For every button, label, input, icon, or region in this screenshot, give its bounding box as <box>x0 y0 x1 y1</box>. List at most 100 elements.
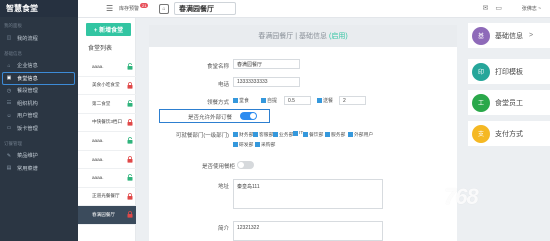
dept-option[interactable]: 财务部 <box>233 131 253 138</box>
intro-field[interactable]: 12321322 <box>233 221 383 241</box>
dept-checkbox[interactable] <box>233 132 238 137</box>
canteen-list-item[interactable]: aaaa. <box>78 151 136 169</box>
dept-option[interactable]: 外部用户 <box>348 131 373 138</box>
sidebar-item-org[interactable]: ☷ 组织机构 <box>0 97 78 110</box>
dept-checkbox[interactable] <box>325 132 330 137</box>
sidebar-item-label: 菜品维护 <box>17 153 38 160</box>
dept-checkbox[interactable] <box>255 142 260 147</box>
dept-checkbox[interactable] <box>233 142 238 147</box>
canteen-name: aaaa. <box>92 156 104 162</box>
name-label: 食堂名称 <box>206 64 229 70</box>
form-header-title: 春满园餐厅 | 基础信息 <box>258 33 328 40</box>
sidebar-item-canteen[interactable]: ▣ 食堂信息 <box>2 72 75 85</box>
restaurant-icon: ▣ <box>6 75 12 82</box>
intro-label: 简介 <box>217 226 229 232</box>
food-box-toggle[interactable] <box>237 161 254 169</box>
meal-option-delivery[interactable]: 送餐 <box>317 97 333 104</box>
dept-option[interactable]: 业务部 <box>273 131 293 138</box>
right-nav-item[interactable]: 支支付方式 <box>468 121 550 146</box>
pickup-value-field[interactable]: 0.5 <box>284 96 311 105</box>
clock-icon: ◷ <box>6 87 12 94</box>
dept-option[interactable]: 服务部 <box>325 131 345 138</box>
nav-circle-icon: 支 <box>472 124 490 143</box>
canteen-name: aaaa. <box>92 64 104 70</box>
dish-icon: ✎ <box>6 152 12 159</box>
sidebar-item-label: 饭卡管理 <box>17 125 38 132</box>
sidebar-item-users[interactable]: ☺ 用户管理 <box>0 110 78 123</box>
sidebar-item-my-process[interactable]: ◫ 我的流程 <box>0 32 78 45</box>
cart-icon[interactable]: ▭ <box>495 4 502 12</box>
menu-toggle-icon[interactable]: ☰ <box>106 4 113 13</box>
dept-checkbox[interactable] <box>273 132 278 137</box>
sidebar-item-dishes[interactable]: ✎ 菜品维护 <box>0 150 78 163</box>
sidebar-item-meal-period[interactable]: ◷ 餐段管理 <box>0 85 78 98</box>
envelope-icon[interactable]: ✉ <box>483 4 489 12</box>
canteen-name: aaaa. <box>92 175 104 181</box>
nav-label: 打印模板 <box>495 68 523 76</box>
dept-option[interactable]: 客服部 <box>253 131 273 138</box>
meal-option-dine-in[interactable]: 堂食 <box>233 97 249 104</box>
lock-icon[interactable] <box>127 81 133 89</box>
dept-option[interactable]: 餐饮部 <box>303 131 323 138</box>
canteen-list-item[interactable]: aaaa. <box>78 132 136 151</box>
unlock-icon[interactable] <box>127 137 133 144</box>
dept-option[interactable]: 采购部 <box>255 141 275 148</box>
right-nav-item[interactable]: 工食堂员工 <box>468 90 550 115</box>
dept-checkbox[interactable] <box>253 132 258 137</box>
canteen-list-item[interactable]: 美食小吃食堂 <box>78 77 136 95</box>
app-brand: 智慧食堂 <box>0 0 78 17</box>
nav-circle-icon: 基 <box>472 26 490 45</box>
stock-alert-button[interactable]: 库存预警 21 <box>119 3 157 14</box>
book-icon: ▤ <box>6 165 12 172</box>
canteen-name: 春满园餐厅 <box>92 211 115 217</box>
sidebar-item-label: 企业信息 <box>17 63 38 70</box>
canteen-list-item[interactable]: 第二食堂 <box>78 95 136 114</box>
canteen-list-item[interactable]: 中快餐饮3档口 <box>78 114 136 132</box>
outside-order-toggle[interactable] <box>240 112 257 120</box>
outside-order-row: 是否允许外部订餐 <box>159 109 270 123</box>
current-store-name[interactable]: 春满园餐厅 <box>174 2 236 15</box>
dept-checkbox[interactable] <box>348 132 353 137</box>
dine-in-checkbox[interactable] <box>233 98 238 103</box>
sidebar-item-label: 组织机构 <box>17 100 38 107</box>
card-icon: ▭ <box>6 125 12 132</box>
delivery-checkbox[interactable] <box>317 98 322 103</box>
dept-option[interactable]: IT <box>293 131 303 136</box>
unlock-icon[interactable] <box>127 174 133 181</box>
canteen-list-item[interactable]: aaaa. <box>78 169 136 188</box>
lock-icon[interactable] <box>127 192 133 200</box>
chevron-right-icon: > <box>529 32 534 39</box>
lock-icon[interactable] <box>127 155 133 163</box>
sidebar-section-title: 基础信息 <box>4 50 22 56</box>
canteen-list-item[interactable]: 正道光餐餐厅 <box>78 188 136 206</box>
store-icon: ⌂ <box>159 4 169 14</box>
phone-field[interactable]: 13333333333 <box>233 77 300 87</box>
sidebar-item-label: 食堂信息 <box>17 75 38 82</box>
right-nav-item[interactable]: 基基础信息 > <box>468 23 550 48</box>
canteen-list-item[interactable]: aaaa. <box>78 58 136 77</box>
dept-checkbox[interactable] <box>303 132 308 137</box>
unlock-icon[interactable] <box>127 63 133 70</box>
stock-alert-badge: 21 <box>140 3 149 8</box>
right-nav-item[interactable]: 印打印模板 <box>468 59 550 84</box>
delivery-value-field[interactable]: 2 <box>339 96 366 105</box>
unlock-icon[interactable] <box>127 100 133 107</box>
nav-label: 基础信息 <box>495 32 523 40</box>
meal-option-pickup[interactable]: 自提 <box>261 97 277 104</box>
sidebar-item-recipes[interactable]: ▤ 常用菜谱 <box>0 162 78 175</box>
pickup-checkbox[interactable] <box>261 98 266 103</box>
watermark: 768 <box>444 184 479 209</box>
lock-icon[interactable] <box>127 211 133 218</box>
dept-option[interactable]: 研发部 <box>233 141 253 148</box>
dept-label-text: 外部用户 <box>354 133 374 138</box>
address-field[interactable]: 秦皇岛111 <box>233 179 383 209</box>
user-menu[interactable]: 张佛志 ~ <box>522 5 541 12</box>
dashboard-icon: ◫ <box>6 35 12 42</box>
sidebar-item-card[interactable]: ▭ 饭卡管理 <box>0 122 78 135</box>
new-canteen-button[interactable]: + 新增食堂 <box>86 23 131 36</box>
sidebar-item-company[interactable]: ⌂ 企业信息 <box>0 60 78 73</box>
dept-checkbox[interactable] <box>293 131 298 136</box>
canteen-name-field[interactable]: 春满园餐厅 <box>233 59 300 69</box>
canteen-list-item[interactable]: 春满园餐厅 <box>78 206 136 225</box>
lock-icon[interactable] <box>127 118 133 126</box>
